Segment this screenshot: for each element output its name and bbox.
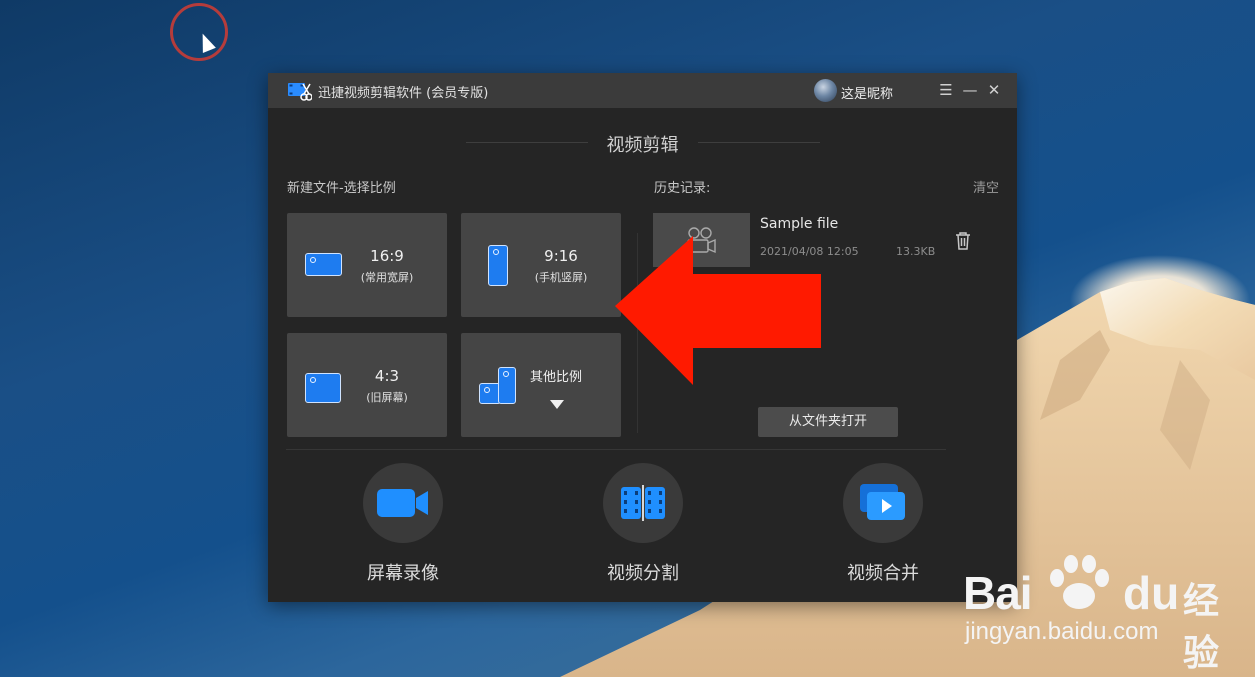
ratio-tile-4-3[interactable]: 4:3 (旧屏幕) <box>287 333 447 437</box>
user-nickname[interactable]: 这是昵称 <box>841 83 893 102</box>
watermark-bai: Bai <box>963 567 1033 619</box>
standard-icon <box>305 373 341 403</box>
open-from-folder-button[interactable]: 从文件夹打开 <box>758 407 898 437</box>
history-label: 历史记录: <box>654 181 711 196</box>
user-avatar[interactable] <box>814 79 837 102</box>
trash-icon[interactable] <box>954 231 972 251</box>
film-split-icon <box>621 485 665 521</box>
baidu-paw-icon <box>1050 555 1109 609</box>
video-merge-label: 视频合并 <box>847 563 919 584</box>
red-arrow-annotation <box>615 236 821 385</box>
screen-record-tool[interactable]: 屏幕录像 <box>348 463 458 585</box>
video-split-button[interactable] <box>603 463 683 543</box>
close-icon[interactable]: ✕ <box>984 80 1004 100</box>
ratio-sublabel: (旧屏幕) <box>366 391 408 404</box>
ratio-tile-16-9[interactable]: 16:9 (常用宽屏) <box>287 213 447 317</box>
watermark-url: jingyan.baidu.com <box>965 618 1159 645</box>
tools-divider <box>286 449 946 450</box>
minimize-icon[interactable]: — <box>960 80 980 100</box>
menu-icon[interactable]: ☰ <box>936 80 956 100</box>
ratio-tile-other[interactable]: 其他比例 <box>461 333 621 437</box>
ratio-tile-9-16[interactable]: 9:16 (手机竖屏) <box>461 213 621 317</box>
section-divider-right <box>698 142 820 143</box>
watermark-jingyan: 经验 <box>1183 581 1220 674</box>
video-merge-tool[interactable]: 视频合并 <box>828 463 938 585</box>
dropdown-arrow-icon[interactable] <box>550 400 564 409</box>
clear-history-button[interactable]: 清空 <box>973 177 999 196</box>
app-logo-icon <box>288 83 312 101</box>
section-title: 视频剪辑 <box>606 135 679 156</box>
new-file-label: 新建文件-选择比例 <box>287 181 396 196</box>
history-item-name[interactable]: Sample file <box>760 216 838 232</box>
screen-record-button[interactable] <box>363 463 443 543</box>
video-split-label: 视频分割 <box>607 563 679 584</box>
multi-ratio-icon-portrait <box>498 367 516 404</box>
ratio-label: 其他比例 <box>529 370 582 385</box>
screen-record-label: 屏幕录像 <box>367 563 439 584</box>
video-split-tool[interactable]: 视频分割 <box>588 463 698 585</box>
ratio-label: 9:16 <box>544 247 578 265</box>
history-item-size: 13.3KB <box>896 245 936 258</box>
ratio-label: 16:9 <box>370 247 404 265</box>
landscape-icon <box>305 253 342 276</box>
video-merge-button[interactable] <box>843 463 923 543</box>
window-title: 迅捷视频剪辑软件 (会员专版) <box>318 86 489 101</box>
video-merge-icon <box>860 484 905 520</box>
video-camera-icon <box>377 489 428 517</box>
watermark-du: du <box>1123 567 1180 619</box>
cursor-highlight-ring <box>170 3 228 61</box>
ratio-sublabel: (手机竖屏) <box>534 271 588 284</box>
ratio-sublabel: (常用宽屏) <box>360 271 414 284</box>
portrait-icon <box>488 245 508 286</box>
title-bar[interactable]: 迅捷视频剪辑软件 (会员专版) 这是昵称 ☰ — ✕ <box>268 73 1017 108</box>
ratio-label: 4:3 <box>374 367 400 385</box>
